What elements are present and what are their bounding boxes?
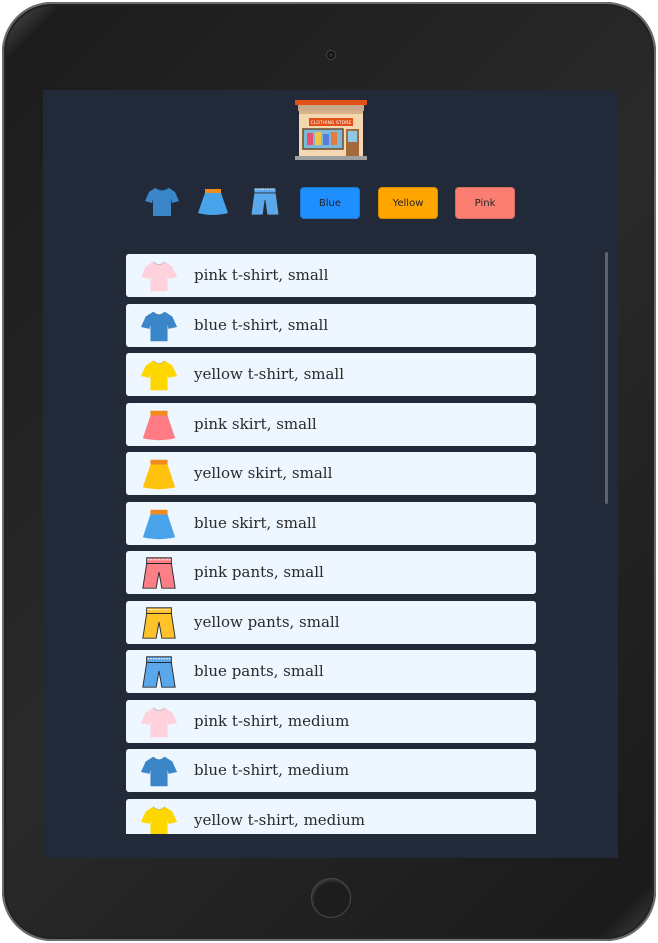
- pants-filter-icon[interactable]: [247, 185, 283, 219]
- list-item[interactable]: blue skirt, small: [126, 501, 536, 545]
- camera-icon: [326, 50, 336, 60]
- list-item-label: pink t-shirt, medium: [194, 711, 350, 730]
- list-item[interactable]: pink skirt, small: [126, 402, 536, 446]
- list-item-label: blue pants, small: [194, 662, 324, 680]
- list-scrollbar[interactable]: [605, 252, 608, 504]
- tshirt-filter-icon[interactable]: [144, 185, 180, 219]
- list-item[interactable]: yellow t-shirt, medium: [126, 798, 536, 834]
- tablet-frame: CLOTHING STORE Blue Yellow Pink pink t-s…: [2, 2, 656, 941]
- list-item-label: pink skirt, small: [194, 414, 317, 433]
- list-item-label: pink t-shirt, small: [194, 266, 329, 284]
- list-item-label: yellow t-shirt, small: [194, 365, 345, 383]
- list-item[interactable]: yellow t-shirt, small: [126, 353, 536, 396]
- list-item-label: blue skirt, small: [194, 513, 317, 532]
- pants-icon: [142, 557, 176, 589]
- svg-text:CLOTHING STORE: CLOTHING STORE: [311, 120, 352, 126]
- list-item[interactable]: pink t-shirt, medium: [126, 699, 536, 743]
- list-item[interactable]: pink pants, small: [126, 551, 536, 594]
- t-shirt-icon: [140, 706, 178, 737]
- list-item-label: pink pants, small: [194, 563, 324, 581]
- t-shirt-icon: [140, 360, 178, 391]
- yellow-filter-button[interactable]: Yellow: [378, 187, 438, 219]
- list-item[interactable]: yellow pants, small: [126, 600, 536, 644]
- t-shirt-icon: [140, 805, 178, 834]
- list-item-label: blue t-shirt, medium: [194, 761, 350, 779]
- skirt-icon: [142, 410, 176, 440]
- t-shirt-icon: [140, 756, 178, 787]
- clothing-store-icon: CLOTHING STORE: [295, 100, 367, 160]
- blue-filter-button[interactable]: Blue: [300, 187, 360, 219]
- skirt-filter-icon[interactable]: [195, 185, 231, 219]
- list-item-label: yellow pants, small: [194, 612, 340, 631]
- pants-icon: [142, 606, 176, 639]
- list-item-label: yellow skirt, small: [194, 464, 333, 482]
- list-item[interactable]: blue t-shirt, small: [126, 303, 536, 347]
- skirt-icon: [142, 509, 176, 539]
- list-item[interactable]: yellow skirt, small: [126, 452, 536, 495]
- t-shirt-icon: [140, 261, 178, 292]
- pink-filter-button[interactable]: Pink: [455, 187, 515, 219]
- list-item-label: yellow t-shirt, medium: [194, 810, 365, 829]
- app-screen: CLOTHING STORE Blue Yellow Pink pink t-s…: [43, 90, 618, 858]
- pink-filter-label: Pink: [474, 197, 496, 209]
- list-item[interactable]: pink t-shirt, small: [126, 254, 536, 297]
- list-item-label: blue t-shirt, small: [194, 315, 329, 334]
- list-item[interactable]: blue t-shirt, medium: [126, 749, 536, 792]
- product-list[interactable]: pink t-shirt, small blue t-shirt, small ye…: [126, 254, 536, 834]
- filter-bar: Blue Yellow Pink: [43, 185, 618, 221]
- t-shirt-icon: [140, 310, 178, 341]
- list-item[interactable]: blue pants, small: [126, 650, 536, 693]
- pants-icon: [142, 656, 176, 688]
- yellow-filter-label: Yellow: [392, 197, 424, 209]
- blue-filter-label: Blue: [318, 197, 342, 209]
- home-button[interactable]: [311, 878, 351, 918]
- skirt-icon: [142, 459, 176, 490]
